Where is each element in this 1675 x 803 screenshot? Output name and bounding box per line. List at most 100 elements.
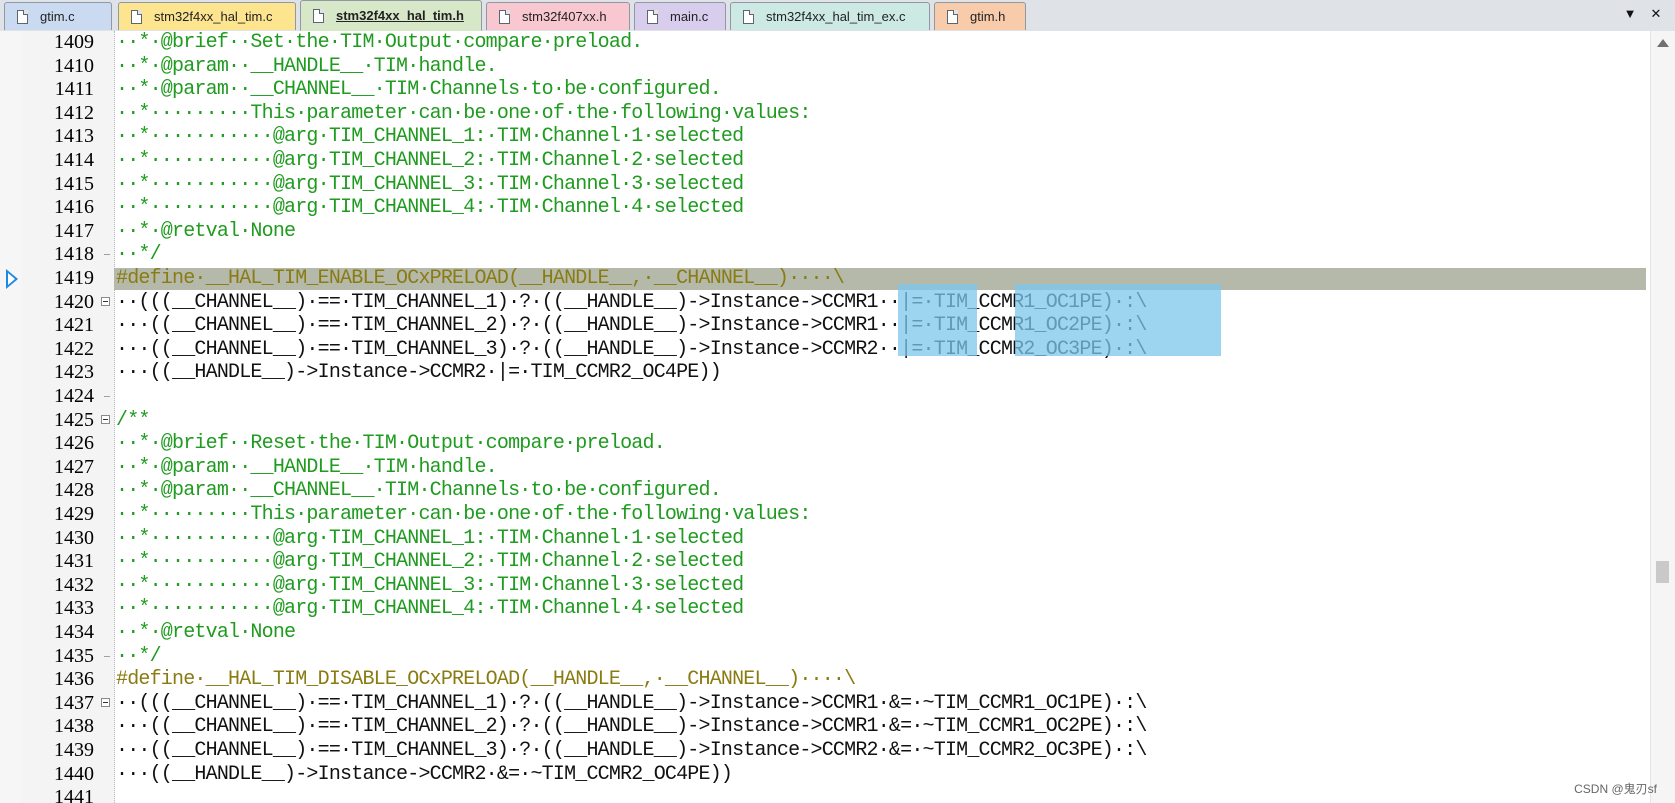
line-number: 1410	[54, 54, 94, 77]
code-line[interactable]: 1432 ··*···········@arg·TIM_CHANNEL_3:·TI…	[0, 574, 1650, 598]
code-line[interactable]: 1427 ··*·@param··__HANDLE__·TIM·handle.	[0, 456, 1650, 480]
tab-main-c[interactable]: main.c	[634, 2, 726, 30]
line-number: 1439	[54, 739, 94, 761]
line-number: 1423	[54, 361, 94, 384]
tab-gtim-h[interactable]: gtim.h	[934, 2, 1026, 30]
code-text: ···((__CHANNEL__)·==·TIM_CHANNEL_3)·?·((…	[116, 739, 1147, 762]
code-line[interactable]: 1412 ··*·········This·parameter·can·be·on…	[0, 102, 1650, 126]
tab-stm32f4xx-hal-tim-c[interactable]: stm32f4xx_hal_tim.c	[118, 2, 296, 30]
code-line[interactable]: 1417 ··*·@retval·None	[0, 220, 1650, 244]
file-icon	[647, 9, 658, 24]
code-text: ···((__HANDLE__)->Instance->CCMR2·|=·TIM…	[116, 361, 722, 385]
tab-label: gtim.c	[40, 9, 75, 24]
code-line[interactable]: 1416 ··*···········@arg·TIM_CHANNEL_4:·TI…	[0, 196, 1650, 220]
file-icon	[313, 8, 324, 23]
tab-label: gtim.h	[970, 9, 1006, 24]
code-line[interactable]: 1421 ···((__CHANNEL__)·==·TIM_CHANNEL_2)·…	[0, 314, 1650, 338]
comment-text: ··*·@param··__HANDLE__·TIM·handle.	[116, 455, 498, 479]
code-line[interactable]: 1431 ··*···········@arg·TIM_CHANNEL_2:·TI…	[0, 550, 1650, 574]
line-number: 1434	[54, 621, 94, 643]
code-line[interactable]: 1429 ··*·········This·parameter·can·be·on…	[0, 503, 1650, 527]
code-line[interactable]: 1409 ··*·@brief··Set·the·TIM·Output·compa…	[0, 31, 1650, 55]
tab-label: stm32f4xx_hal_tim_ex.c	[766, 9, 906, 24]
tab-stm32f407xx-h[interactable]: stm32f407xx.h	[486, 2, 630, 30]
preprocessor-text: #define·__HAL_TIM_ENABLE_OCxPRELOAD(__HA…	[116, 267, 845, 290]
code-line[interactable]: 1411 ··*·@param··__CHANNEL__·TIM·Channels…	[0, 78, 1650, 102]
code-text: ···((__CHANNEL__)·==·TIM_CHANNEL_2)·?·((…	[116, 314, 1147, 338]
fold-end-marker	[104, 655, 110, 657]
line-number: 1440	[54, 762, 94, 785]
file-icon	[743, 9, 754, 24]
file-icon	[131, 9, 142, 24]
code-line[interactable]: 1430 ··*···········@arg·TIM_CHANNEL_1:·TI…	[0, 527, 1650, 551]
code-line[interactable]: 1426 ··*·@brief··Reset·the·TIM·Output·com…	[0, 432, 1650, 456]
tab-label: stm32f407xx.h	[522, 9, 607, 24]
line-number: 1409	[54, 31, 94, 53]
line-number: 1411	[54, 78, 94, 101]
comment-text: ··*/	[116, 243, 162, 267]
line-number: 1413	[54, 125, 94, 148]
line-number: 1426	[54, 432, 94, 455]
code-line[interactable]: 1434 ··*·@retval·None	[0, 621, 1650, 645]
preprocessor-text: #define·__HAL_TIM_DISABLE_OCxPRELOAD(__H…	[116, 668, 856, 692]
code-line[interactable]: 1428 ··*·@param··__CHANNEL__·TIM·Channels…	[0, 479, 1650, 503]
code-line[interactable]: 1414 ··*···········@arg·TIM_CHANNEL_2:·TI…	[0, 149, 1650, 173]
code-editor[interactable]: 1409 ··*·@brief··Set·the·TIM·Output·compa…	[0, 31, 1675, 803]
tab-label: stm32f4xx_hal_tim.h	[336, 8, 464, 23]
code-line[interactable]: 1423 ···((__HANDLE__)->Instance->CCMR2·|=…	[0, 361, 1650, 385]
line-number: 1418	[54, 243, 94, 266]
line-number: 1427	[54, 455, 94, 478]
line-number: 1420	[54, 290, 94, 313]
code-line[interactable]: 1420 ··(((__CHANNEL__)·==·TIM_CHANNEL_1)·…	[0, 291, 1650, 315]
code-line[interactable]: 1436 #define·__HAL_TIM_DISABLE_OCxPRELOAD…	[0, 668, 1650, 692]
close-tab-icon[interactable]: ✕	[1648, 6, 1664, 22]
tab-stm32f4xx-hal-tim-ex-c[interactable]: stm32f4xx_hal_tim_ex.c	[730, 2, 930, 30]
line-number: 1430	[54, 526, 94, 549]
line-number: 1437	[54, 691, 94, 714]
comment-text: ··*·@retval·None	[116, 219, 296, 243]
comment-text: ··*···········@arg·TIM_CHANNEL_2:·TIM·Ch…	[116, 149, 744, 172]
comment-text: ··*/	[116, 644, 162, 668]
line-number: 1424	[54, 385, 94, 407]
code-line[interactable]: 1439 ···((__CHANNEL__)·==·TIM_CHANNEL_3)·…	[0, 739, 1650, 763]
line-number: 1429	[54, 503, 94, 525]
code-line[interactable]: 1438 ···((__CHANNEL__)·==·TIM_CHANNEL_2)·…	[0, 715, 1650, 739]
fold-toggle-icon[interactable]	[101, 414, 110, 424]
code-line[interactable]: 1437 ··(((__CHANNEL__)·==·TIM_CHANNEL_1)·…	[0, 692, 1650, 716]
tab-stm32f4xx-hal-tim-h[interactable]: stm32f4xx_hal_tim.h	[300, 0, 482, 31]
scrollbar-thumb[interactable]	[1656, 561, 1669, 583]
comment-text: ··*···········@arg·TIM_CHANNEL_4:·TIM·Ch…	[116, 196, 744, 220]
code-line[interactable]: 1424	[0, 385, 1650, 409]
code-line[interactable]: 1441	[0, 786, 1650, 803]
code-line[interactable]: 1435 ··*/	[0, 645, 1650, 669]
tab-label: main.c	[670, 9, 709, 24]
scroll-up-arrow-icon[interactable]	[1657, 39, 1669, 47]
line-number: 1438	[54, 715, 94, 738]
fold-toggle-icon[interactable]	[101, 697, 110, 707]
code-line[interactable]: 1415 ··*···········@arg·TIM_CHANNEL_3:·TI…	[0, 173, 1650, 197]
code-text: ···((__CHANNEL__)·==·TIM_CHANNEL_3)·?·((…	[116, 337, 1147, 361]
selection-block	[898, 284, 977, 356]
comment-text: ··*·@param··__CHANNEL__·TIM·Channels·to·…	[116, 479, 722, 503]
line-number: 1435	[54, 644, 94, 667]
comment-text: ··*···········@arg·TIM_CHANNEL_3:·TIM·Ch…	[116, 172, 744, 196]
code-line[interactable]: 1433 ··*···········@arg·TIM_CHANNEL_4:·TI…	[0, 597, 1650, 621]
code-line[interactable]: 1410 ··*·@param··__HANDLE__·TIM·handle.	[0, 55, 1650, 79]
tab-gtim-c[interactable]: gtim.c	[4, 2, 112, 30]
code-line[interactable]: 1413 ··*···········@arg·TIM_CHANNEL_1:·TI…	[0, 125, 1650, 149]
code-line[interactable]: 1425 /**	[0, 409, 1650, 433]
comment-text: ··*···········@arg·TIM_CHANNEL_3:·TIM·Ch…	[116, 573, 744, 597]
vertical-scrollbar[interactable]	[1650, 31, 1675, 803]
code-line[interactable]: 1440 ···((__HANDLE__)->Instance->CCMR2·&=…	[0, 763, 1650, 787]
current-line-arrow-icon	[6, 269, 18, 289]
fold-toggle-icon[interactable]	[101, 296, 110, 306]
line-number: 1441	[54, 786, 94, 803]
line-number: 1414	[54, 149, 94, 171]
watermark: CSDN @鬼刃sf	[1574, 782, 1657, 796]
comment-text: ··*···········@arg·TIM_CHANNEL_1:·TIM·Ch…	[116, 526, 744, 550]
code-line[interactable]: 1422 ···((__CHANNEL__)·==·TIM_CHANNEL_3)·…	[0, 338, 1650, 362]
tab-list-dropdown-icon[interactable]: ▼	[1622, 6, 1638, 21]
code-text: ···((__HANDLE__)->Instance->CCMR2·&=·~TI…	[116, 762, 733, 786]
code-line[interactable]: 1419 #define·__HAL_TIM_ENABLE_OCxPRELOAD(…	[0, 267, 1650, 291]
code-line[interactable]: 1418 ··*/	[0, 243, 1650, 267]
